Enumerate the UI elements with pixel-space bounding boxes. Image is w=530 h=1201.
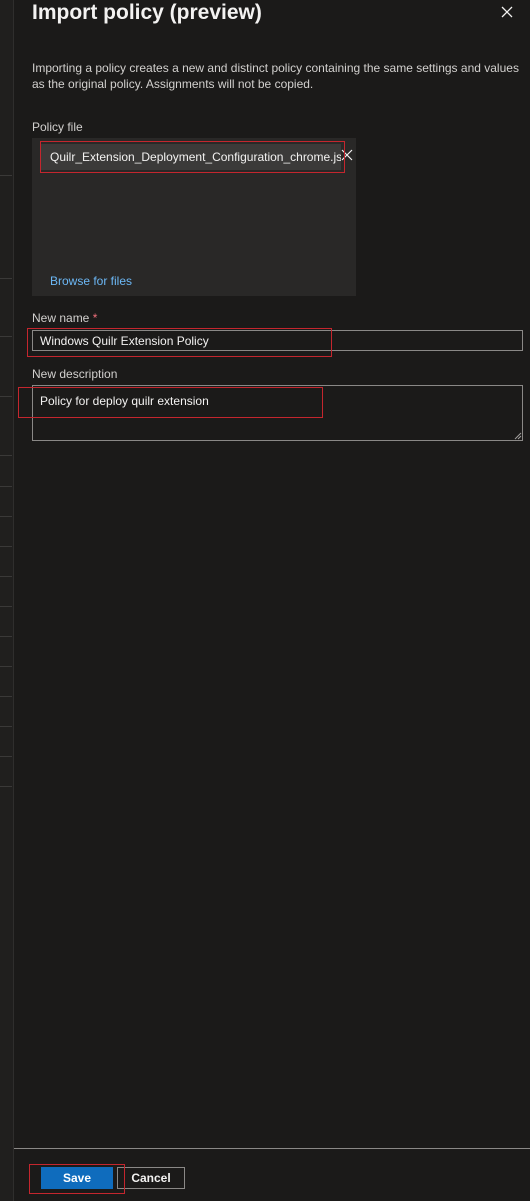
close-icon [501,6,513,18]
new-name-label: New name * [32,311,97,325]
panel-title: Import policy (preview) [32,1,262,24]
required-marker: * [92,311,98,325]
panel-description: Importing a policy creates a new and dis… [32,61,519,91]
cancel-button[interactable]: Cancel [117,1167,185,1189]
import-policy-panel: Import policy (preview) Importing a poli… [14,0,530,1201]
policy-file-label: Policy file [32,120,83,134]
new-name-label-text: New name [32,311,90,325]
remove-file-button[interactable] [341,149,353,161]
new-description-textarea[interactable]: Policy for deploy quilr extension [32,385,523,441]
browse-for-files-link[interactable]: Browse for files [50,274,132,288]
new-name-input[interactable] [32,330,523,351]
new-description-label: New description [32,367,118,381]
close-button[interactable] [498,3,516,21]
save-button[interactable]: Save [41,1167,113,1189]
background-page-strip [0,0,14,1201]
selected-file-chip: Quilr_Extension_Deployment_Configuration… [41,144,341,170]
resize-grip-icon[interactable] [513,431,522,440]
footer-divider [14,1148,530,1149]
file-drop-zone[interactable]: Quilr_Extension_Deployment_Configuration… [32,138,356,296]
remove-file-icon [341,149,353,161]
screen: Import policy (preview) Importing a poli… [0,0,530,1201]
